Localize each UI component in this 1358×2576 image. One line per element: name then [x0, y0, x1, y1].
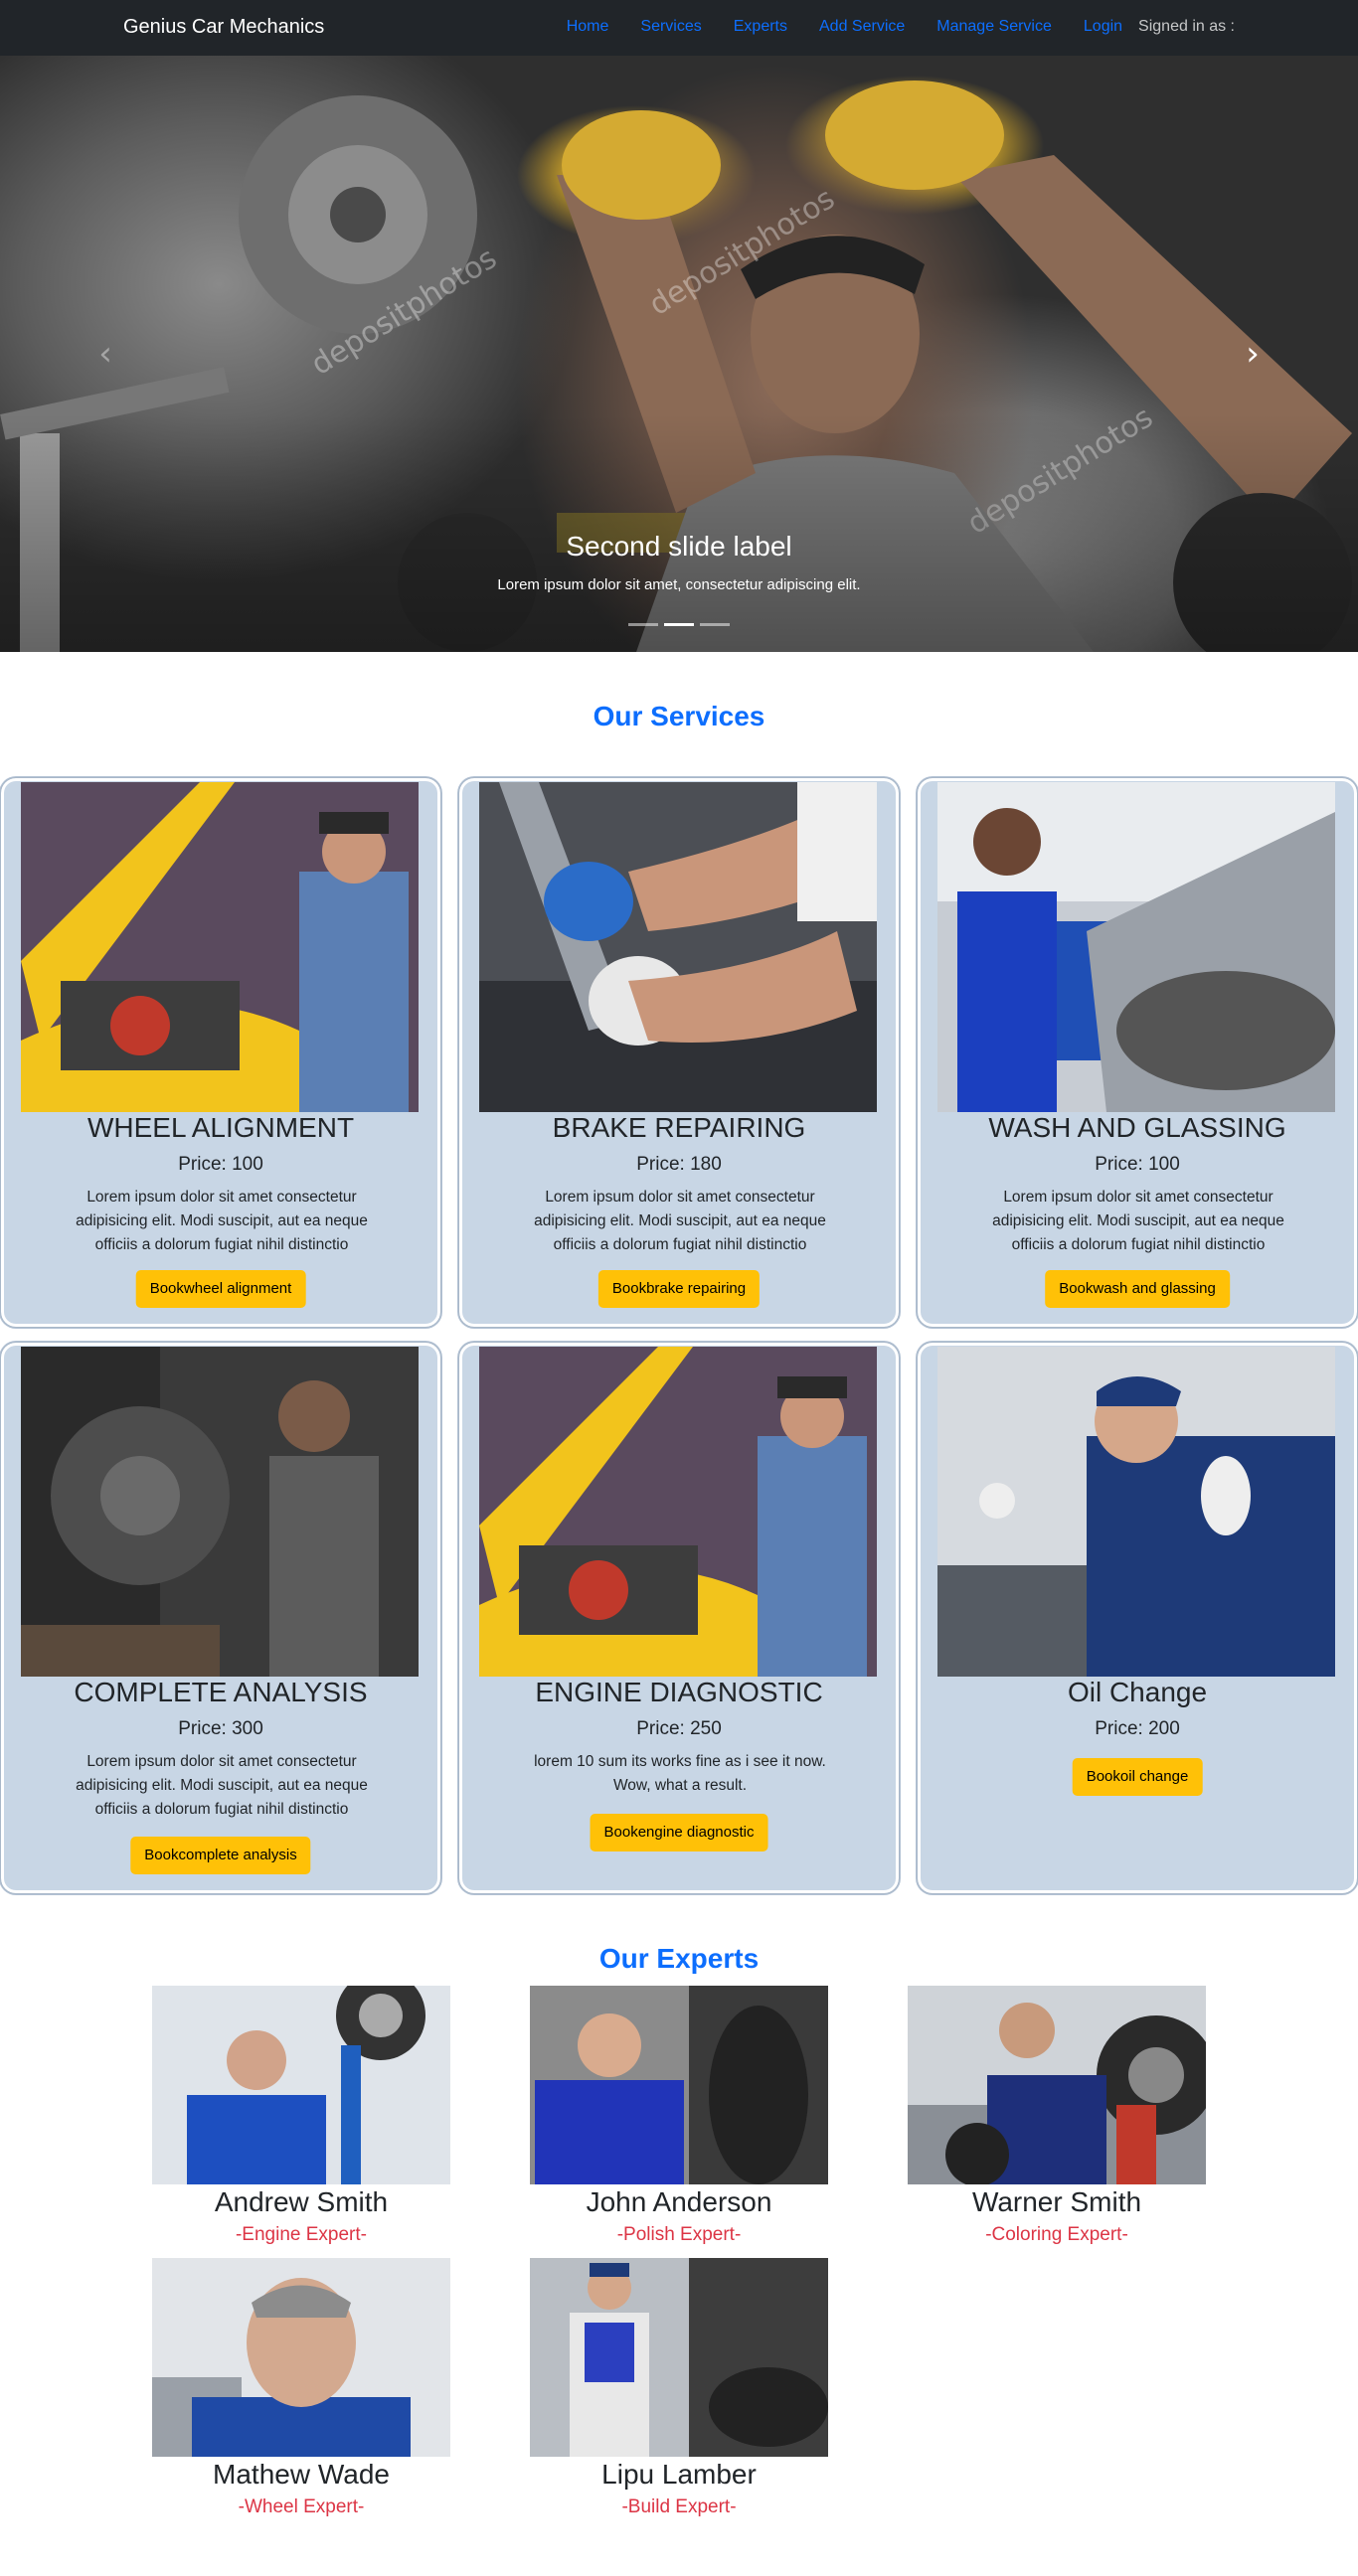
carousel-caption: Second slide label Lorem ipsum dolor sit… [0, 531, 1358, 593]
expert-photo [152, 2258, 450, 2457]
service-card: COMPLETE ANALYSIS Price: 300 Lorem ipsum… [0, 1342, 441, 1894]
service-description: lorem 10 sum its works fine as i see it … [534, 1753, 826, 1794]
expert-card: John Anderson -Polish Expert- [530, 1986, 828, 2246]
expert-photo [152, 1986, 450, 2184]
book-service-button[interactable]: Bookbrake repairing [597, 1270, 761, 1308]
expert-name: John Anderson [586, 2186, 772, 2217]
nav-experts-link[interactable]: Experts [734, 18, 787, 36]
service-card: WASH AND GLASSING Price: 100 Lorem ipsum… [917, 777, 1358, 1328]
expert-card: Mathew Wade -Wheel Expert- [152, 2258, 450, 2518]
service-title: ENGINE DIAGNOSTIC [535, 1677, 823, 1707]
service-description: Lorem ipsum dolor sit amet consectetur a… [534, 1189, 826, 1253]
service-image [937, 782, 1335, 1112]
signed-in-label: Signed in as : [1138, 18, 1235, 35]
nav-home-link[interactable]: Home [567, 18, 609, 36]
service-card: WHEEL ALIGNMENT Price: 100 Lorem ipsum d… [0, 777, 441, 1328]
service-description: Lorem ipsum dolor sit amet consectetur a… [76, 1189, 368, 1253]
expert-card: Andrew Smith -Engine Expert- [152, 1986, 450, 2246]
hero-carousel: depositphotos depositphotos depositphoto… [0, 56, 1358, 652]
nav-manage-service-link[interactable]: Manage Service [936, 18, 1052, 36]
carousel-indicator-1[interactable] [628, 623, 658, 626]
expert-name: Lipu Lamber [601, 2459, 757, 2490]
expert-photo [530, 1986, 828, 2184]
service-title: Oil Change [1067, 1677, 1208, 1707]
service-description: Lorem ipsum dolor sit amet consectetur a… [992, 1189, 1284, 1253]
book-service-button[interactable]: Bookwash and glassing [1045, 1270, 1230, 1308]
service-price: Price: 300 [178, 1718, 263, 1739]
brand-link[interactable]: Genius Car Mechanics [123, 16, 324, 39]
service-title: WASH AND GLASSING [988, 1112, 1286, 1143]
service-price: Price: 200 [1095, 1718, 1180, 1739]
carousel-indicators [0, 623, 1358, 626]
service-image [21, 1347, 419, 1677]
service-price: Price: 100 [1095, 1154, 1180, 1175]
service-price: Price: 250 [636, 1718, 722, 1739]
carousel-text: Lorem ipsum dolor sit amet, consectetur … [497, 576, 861, 593]
expert-role: -Engine Expert- [235, 2224, 367, 2245]
navbar: Genius Car Mechanics Home Services Exper… [0, 0, 1358, 56]
expert-name: Mathew Wade [213, 2459, 390, 2490]
book-service-button[interactable]: Bookwheel alignment [135, 1270, 306, 1308]
service-image [21, 782, 419, 1112]
book-service-button[interactable]: Bookoil change [1072, 1758, 1203, 1796]
service-card: BRAKE REPAIRING Price: 180 Lorem ipsum d… [458, 777, 900, 1328]
service-title: BRAKE REPAIRING [552, 1112, 806, 1143]
carousel-indicator-2[interactable] [664, 623, 694, 626]
expert-name: Warner Smith [971, 2186, 1142, 2217]
service-card: Oil Change Price: 200 Bookoil change [917, 1342, 1358, 1894]
expert-card: Warner Smith -Coloring Expert- [908, 1986, 1206, 2246]
expert-name: Andrew Smith [214, 2186, 389, 2217]
nav-services-link[interactable]: Services [640, 18, 701, 36]
experts-heading: Our Experts [598, 1943, 760, 1974]
service-title: WHEEL ALIGNMENT [86, 1112, 355, 1143]
expert-card: Lipu Lamber -Build Expert- [530, 2258, 828, 2518]
book-service-button[interactable]: Bookcomplete analysis [130, 1837, 311, 1874]
nav-links: Home Services Experts Add Service Manage… [535, 18, 1235, 36]
book-service-button[interactable]: Bookengine diagnostic [590, 1814, 768, 1852]
service-image [479, 782, 877, 1112]
expert-photo [908, 1986, 1206, 2184]
carousel-title: Second slide label [566, 531, 792, 562]
service-price: Price: 100 [178, 1154, 263, 1175]
services-heading: Our Services [593, 701, 765, 731]
carousel-indicator-3[interactable] [700, 623, 730, 626]
nav-login-link[interactable]: Login [1084, 18, 1122, 36]
expert-photo [530, 2258, 828, 2457]
service-card: ENGINE DIAGNOSTIC Price: 250 lorem 10 su… [458, 1342, 900, 1894]
expert-role: -Polish Expert- [616, 2224, 742, 2245]
service-price: Price: 180 [636, 1154, 722, 1175]
service-image [479, 1347, 877, 1677]
carousel-prev-icon[interactable]: ‹ [85, 334, 125, 374]
carousel-next-icon[interactable]: › [1233, 334, 1273, 374]
expert-role: -Build Expert- [621, 2496, 737, 2517]
expert-role: -Coloring Expert- [985, 2224, 1128, 2245]
service-description: Lorem ipsum dolor sit amet consectetur a… [76, 1753, 368, 1818]
service-title: COMPLETE ANALYSIS [74, 1677, 368, 1707]
service-image [937, 1347, 1335, 1677]
expert-role: -Wheel Expert- [238, 2496, 365, 2517]
nav-add-service-link[interactable]: Add Service [819, 18, 905, 36]
